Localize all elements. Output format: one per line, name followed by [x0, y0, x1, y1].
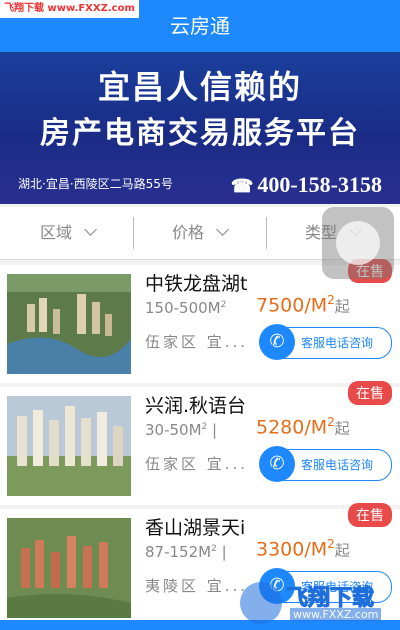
- listing-area: 150-500M2: [145, 299, 226, 317]
- listing-name: 香山湖景天i: [145, 517, 246, 539]
- price-value: 3300/M: [256, 538, 328, 561]
- listing-price: 7500/M2起: [256, 293, 350, 317]
- area-separator: |: [212, 421, 218, 439]
- price-unit: 起: [334, 297, 350, 316]
- listing-district: 伍家区 宜...: [145, 333, 249, 351]
- area-sup: 2: [220, 300, 227, 310]
- phone-icon: ✆: [259, 324, 295, 360]
- phone-icon: ☎: [230, 176, 254, 196]
- phone-icon: ✆: [259, 446, 295, 482]
- listing-thumbnail: [7, 274, 131, 374]
- price-sup: 2: [327, 537, 335, 551]
- listing-name: 兴润.秋语台: [145, 395, 247, 417]
- filter-area-label: 区域: [40, 223, 73, 242]
- filter-divider: [266, 217, 267, 249]
- price-value: 5280/M: [256, 416, 328, 439]
- listing-price: 5280/M2起: [256, 415, 350, 439]
- watermark-url: www.FXXZ.com: [290, 608, 382, 621]
- area-value: 87-152M: [145, 543, 212, 561]
- watermark-top: 飞翔下载 www.FXXZ.com: [0, 0, 139, 18]
- banner-address: 湖北·宜昌·西陵区二马路55号: [18, 177, 173, 191]
- area-value: 30-50M: [145, 421, 202, 439]
- banner-phone-number: 400-158-3158: [257, 172, 382, 197]
- filter-price-label: 价格: [172, 223, 205, 242]
- watermark-bottom: 飞翔下载 www.FXXZ.com: [240, 578, 390, 628]
- area-sup: 2: [201, 422, 208, 432]
- call-service-button[interactable]: ✆ 客服电话咨询: [259, 324, 392, 360]
- status-badge: 在售: [348, 503, 392, 527]
- chevron-down-icon: [216, 223, 229, 236]
- filter-area[interactable]: 区域: [40, 207, 97, 259]
- listing-thumbnail: [7, 518, 131, 618]
- price-unit: 起: [334, 541, 350, 560]
- banner-line1: 宜昌人信赖的: [97, 68, 302, 106]
- watermark-logo-icon: [240, 582, 282, 624]
- banner-line2: 房产电商交易服务平台: [40, 116, 360, 151]
- listing-area: 30-50M2 |: [145, 421, 217, 439]
- page-title: 云房通: [170, 14, 230, 38]
- listing-thumbnail: [7, 396, 131, 496]
- listing-item[interactable]: 中铁龙盘湖t 在售 150-500M2 7500/M2起 伍家区 宜... ✆ …: [0, 259, 400, 383]
- listing-area: 87-152M2 |: [145, 543, 227, 561]
- listing-price: 3300/M2起: [256, 537, 350, 561]
- price-value: 7500/M: [256, 294, 328, 317]
- filter-price[interactable]: 价格: [172, 207, 229, 259]
- listing-district: 伍家区 宜...: [145, 455, 249, 473]
- promo-banner[interactable]: 宜昌人信赖的 房产电商交易服务平台 湖北·宜昌·西陵区二马路55号 ☎ 400-1…: [0, 52, 400, 204]
- call-service-button[interactable]: ✆ 客服电话咨询: [259, 446, 392, 482]
- filter-divider: [133, 217, 134, 249]
- assistive-touch-button[interactable]: [322, 207, 394, 279]
- status-badge: 在售: [348, 381, 392, 405]
- assistive-ring-icon: [336, 221, 380, 265]
- area-separator: |: [221, 543, 227, 561]
- listing-item[interactable]: 兴润.秋语台 在售 30-50M2 | 5280/M2起 伍家区 宜... ✆ …: [0, 381, 400, 505]
- listing-name: 中铁龙盘湖t: [145, 273, 248, 295]
- chevron-down-icon: [84, 223, 97, 236]
- price-sup: 2: [327, 293, 335, 307]
- area-value: 150-500M: [145, 299, 221, 317]
- banner-phone: ☎ 400-158-3158: [231, 172, 382, 198]
- call-service-label: 客服电话咨询: [301, 336, 374, 350]
- call-service-label: 客服电话咨询: [301, 458, 374, 472]
- price-sup: 2: [327, 415, 335, 429]
- price-unit: 起: [334, 419, 350, 438]
- listing-district: 夷陵区 宜...: [145, 577, 249, 595]
- area-sup: 2: [211, 544, 217, 554]
